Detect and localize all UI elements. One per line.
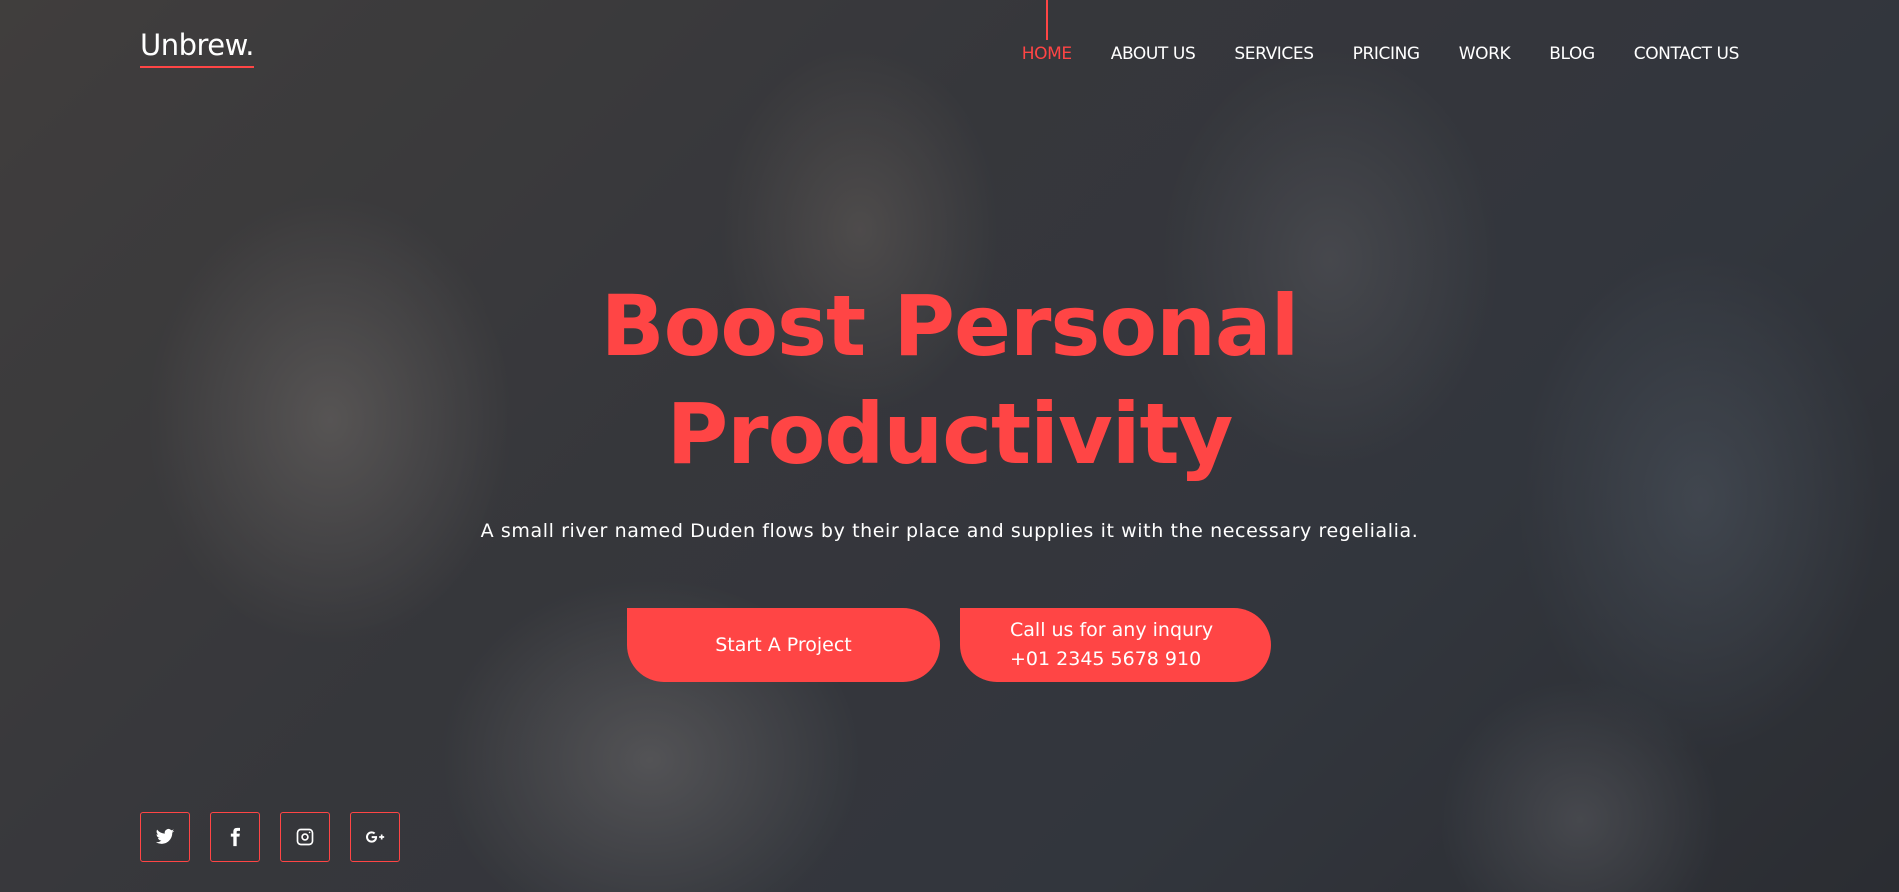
nav-item-blog[interactable]: BLOG [1549, 44, 1595, 64]
main-nav: HOME ABOUT US SERVICES PRICING WORK BLOG… [983, 44, 1740, 64]
nav-item-services[interactable]: SERVICES [1234, 44, 1314, 64]
facebook-icon[interactable] [210, 812, 260, 862]
brand-logo[interactable]: Unbrew. [140, 28, 254, 68]
social-links [140, 812, 400, 862]
google-plus-icon[interactable] [350, 812, 400, 862]
nav-item-home[interactable]: HOME [1022, 44, 1072, 64]
hero-headline-line2: Productivity [666, 385, 1234, 483]
nav-item-pricing[interactable]: PRICING [1353, 44, 1420, 64]
call-us-phone: +01 2345 5678 910 [1010, 648, 1202, 670]
nav-item-about-us[interactable]: ABOUT US [1111, 44, 1196, 64]
call-us-button[interactable]: Call us for any inqury +01 2345 5678 910 [960, 608, 1271, 682]
nav-item-contact-us[interactable]: CONTACT US [1634, 44, 1740, 64]
call-us-label: Call us for any inqury [1010, 619, 1214, 641]
hero-headline: Boost Personal Productivity [0, 272, 1899, 488]
instagram-icon[interactable] [280, 812, 330, 862]
hero-headline-line1: Boost Personal [600, 277, 1300, 375]
nav-item-work[interactable]: WORK [1459, 44, 1511, 64]
hero-background: Unbrew. HOME ABOUT US SERVICES PRICING W… [0, 0, 1899, 892]
twitter-icon[interactable] [140, 812, 190, 862]
hero-subtitle: A small river named Duden flows by their… [480, 520, 1419, 542]
start-project-button[interactable]: Start A Project [627, 608, 940, 682]
